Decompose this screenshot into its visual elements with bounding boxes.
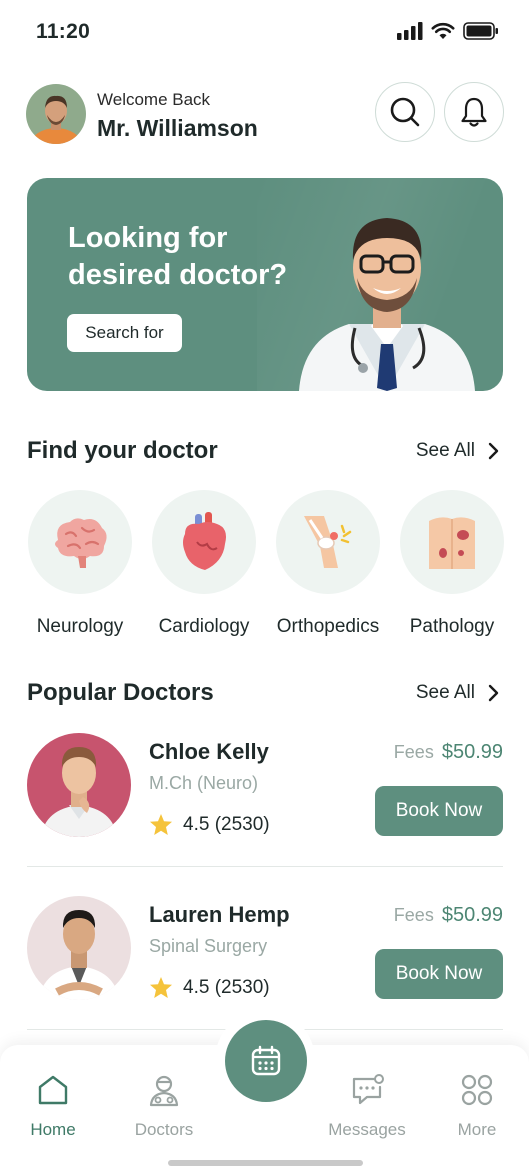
specialty-label: Pathology xyxy=(409,616,495,637)
home-indicator xyxy=(168,1160,363,1166)
doctor-card[interactable]: Lauren Hemp Spinal Surgery 4.5 (2530) Fe… xyxy=(27,896,503,1016)
specialty-circle xyxy=(28,490,132,594)
doctor-rating: 4.5 (2530) xyxy=(149,976,270,999)
tab-label: Home xyxy=(30,1120,76,1139)
doctor-rating-value: 4.5 (2530) xyxy=(183,976,270,998)
search-for-button[interactable]: Search for xyxy=(67,314,182,352)
status-bar: 11:20 xyxy=(0,0,529,64)
popular-see-all[interactable]: See All xyxy=(416,682,499,704)
doctor-illustration xyxy=(299,218,475,391)
doctor-photo xyxy=(27,896,131,1000)
chevron-right-icon xyxy=(488,442,499,460)
divider xyxy=(27,866,503,867)
find-doctor-see-all[interactable]: See All xyxy=(416,440,499,462)
search-button[interactable] xyxy=(375,82,435,142)
doctor-name: Lauren Hemp xyxy=(149,902,290,927)
banner-title: Looking for desired doctor? xyxy=(68,220,308,294)
fees-label: Fees xyxy=(393,905,434,925)
chevron-right-icon xyxy=(488,684,499,702)
welcome-text: Welcome Back xyxy=(97,90,211,109)
doctor-fees: Fees $50.99 xyxy=(394,741,503,764)
specialty-label: Cardiology xyxy=(158,616,250,637)
doctor-rating-value: 4.5 (2530) xyxy=(183,813,270,835)
doctor-specialty: M.Ch (Neuro) xyxy=(149,773,259,793)
tab-label: More xyxy=(457,1120,497,1139)
promo-banner: Looking for desired doctor? Search for xyxy=(27,178,503,391)
specialty-circle xyxy=(152,490,256,594)
specialty-circle xyxy=(400,490,504,594)
fee-value: $50.99 xyxy=(441,741,503,763)
heart-icon xyxy=(183,512,226,570)
banner-title-line2: desired doctor? xyxy=(68,259,288,291)
avatar[interactable] xyxy=(26,84,86,144)
doctor-fees: Fees $50.99 xyxy=(394,904,503,927)
fee-value: $50.99 xyxy=(441,904,503,926)
notification-button[interactable] xyxy=(444,82,504,142)
book-now-button[interactable]: Book Now xyxy=(375,786,503,836)
doctor-rating: 4.5 (2530) xyxy=(149,813,270,836)
fees-label: Fees xyxy=(393,742,434,762)
tab-more[interactable]: More xyxy=(427,1073,527,1140)
specialty-label: Neurology xyxy=(36,616,124,637)
doctor-icon xyxy=(149,1075,179,1107)
calendar-button[interactable] xyxy=(225,1020,307,1102)
specialty-neurology[interactable]: Neurology xyxy=(22,490,138,638)
battery-icon xyxy=(463,22,498,40)
specialty-circle xyxy=(276,490,380,594)
wifi-icon xyxy=(431,22,455,39)
see-all-label: See All xyxy=(415,440,475,461)
header: Welcome Back Mr. Williamson xyxy=(26,82,504,146)
body-icon xyxy=(429,517,475,569)
specialty-label: Orthopedics xyxy=(276,616,380,637)
find-doctor-title: Find your doctor xyxy=(27,437,218,464)
brain-icon xyxy=(55,518,107,568)
search-icon xyxy=(390,97,420,127)
message-icon xyxy=(352,1074,384,1105)
doctor-name: Chloe Kelly xyxy=(149,739,269,764)
tab-label: Messages xyxy=(328,1120,406,1139)
grid-icon xyxy=(461,1074,493,1106)
doctor-photo xyxy=(27,733,131,837)
bell-icon xyxy=(461,97,487,127)
tab-label: Doctors xyxy=(134,1120,194,1139)
tab-home[interactable]: Home xyxy=(3,1073,103,1140)
specialty-pathology[interactable]: Pathology xyxy=(394,490,510,638)
specialty-orthopedics[interactable]: Orthopedics xyxy=(270,490,386,638)
specialty-list: Neurology Cardiology Orthopedics Patholo… xyxy=(22,490,517,640)
status-time: 11:20 xyxy=(36,20,91,43)
see-all-label: See All xyxy=(415,682,475,703)
bone-joint-icon xyxy=(304,516,352,568)
tab-messages[interactable]: Messages xyxy=(317,1073,417,1140)
status-icons xyxy=(397,22,499,40)
calendar-icon xyxy=(251,1045,281,1076)
specialty-cardiology[interactable]: Cardiology xyxy=(146,490,262,638)
tab-doctors[interactable]: Doctors xyxy=(114,1073,214,1140)
signal-icon xyxy=(397,22,423,40)
doctor-card[interactable]: Chloe Kelly M.Ch (Neuro) 4.5 (2530) Fees… xyxy=(27,733,503,853)
banner-title-line1: Looking for xyxy=(68,222,228,254)
book-now-button[interactable]: Book Now xyxy=(375,949,503,999)
star-icon xyxy=(150,814,172,835)
user-name: Mr. Williamson xyxy=(97,115,258,141)
home-icon xyxy=(38,1075,68,1105)
doctor-specialty: Spinal Surgery xyxy=(149,936,268,956)
popular-doctors-title: Popular Doctors xyxy=(27,679,214,706)
star-icon xyxy=(150,977,172,998)
